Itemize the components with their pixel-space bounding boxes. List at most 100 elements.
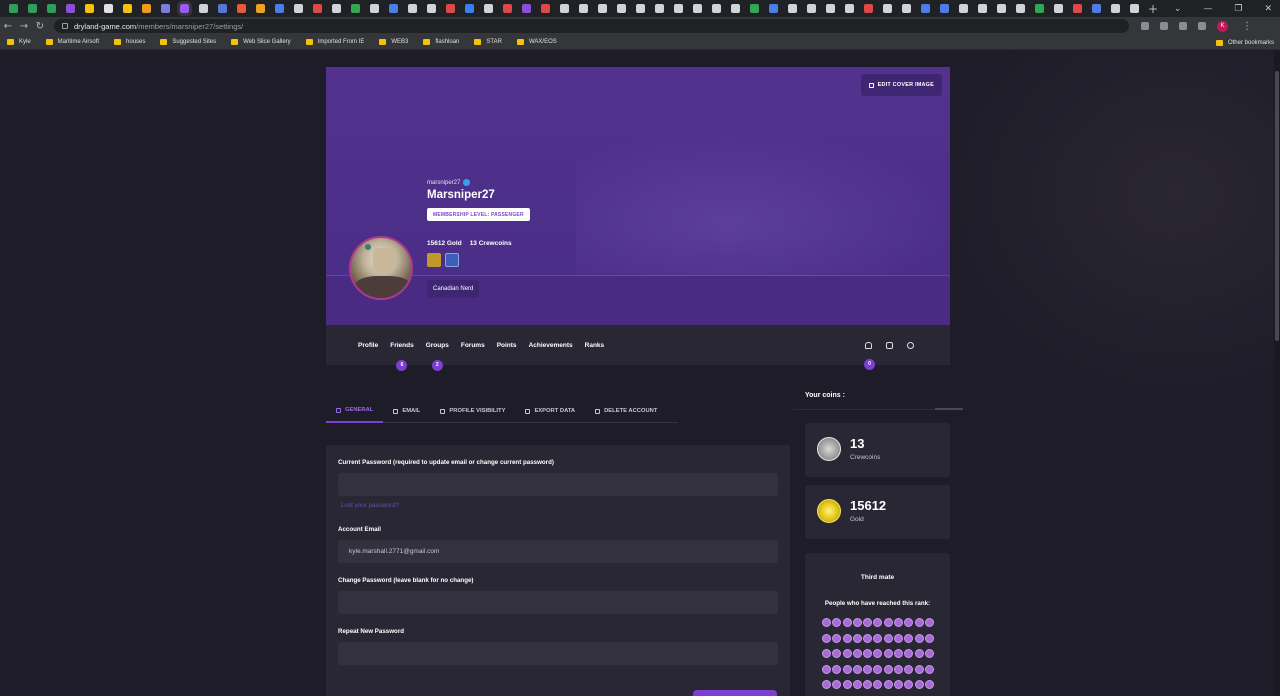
- membership-badge[interactable]: MEMBERSHIP LEVEL: PASSENGER: [427, 208, 530, 221]
- sidebar-icon[interactable]: [1198, 22, 1206, 30]
- mail-icon[interactable]: [886, 341, 893, 349]
- tab-favicon[interactable]: [484, 4, 493, 13]
- tab-favicon[interactable]: [332, 4, 341, 13]
- rank-member-avatar[interactable]: [832, 664, 842, 674]
- back-icon[interactable]: ←: [0, 21, 16, 32]
- rank-member-avatar[interactable]: [914, 618, 924, 627]
- rank-member-avatar[interactable]: [852, 618, 862, 627]
- rank-member-avatar[interactable]: [873, 618, 883, 627]
- rank-member-avatar[interactable]: [924, 680, 934, 689]
- rank-member-avatar[interactable]: [832, 633, 842, 643]
- tab-favicon[interactable]: [902, 4, 911, 13]
- new-tab-icon[interactable]: +: [1148, 2, 1158, 16]
- tab-favicon[interactable]: [579, 4, 588, 13]
- rank-member-avatar[interactable]: [863, 649, 873, 658]
- rank-member-avatar[interactable]: [842, 680, 852, 689]
- profile-nav-friends[interactable]: Friends 6: [390, 342, 414, 371]
- rank-member-avatar[interactable]: [894, 618, 904, 627]
- profile-nav-forums[interactable]: Forums: [461, 342, 485, 349]
- rank-member-avatar[interactable]: [904, 618, 914, 627]
- rank-member-avatar[interactable]: [863, 664, 873, 674]
- rank-member-avatar[interactable]: [852, 680, 862, 689]
- rank-member-avatar[interactable]: [883, 633, 893, 643]
- tab-favicon[interactable]: [237, 4, 246, 13]
- tab-favicon[interactable]: [446, 4, 455, 13]
- bookmark-item[interactable]: Imported From IE: [305, 39, 364, 45]
- rank-member-avatar[interactable]: [924, 618, 934, 627]
- tab-favicon[interactable]: [123, 4, 132, 13]
- tab-favicon[interactable]: [978, 4, 987, 13]
- tab-export-data[interactable]: EXPORT DATA: [515, 399, 585, 423]
- minimize-icon[interactable]: —: [1203, 4, 1212, 14]
- rank-member-avatar[interactable]: [863, 618, 873, 627]
- rank-badge-icon[interactable]: [427, 253, 441, 267]
- rank-member-avatar[interactable]: [914, 664, 924, 674]
- rank-member-avatar[interactable]: [873, 664, 883, 674]
- tab-email[interactable]: EMAIL: [383, 399, 430, 423]
- menu-icon[interactable]: ⋮: [1239, 21, 1255, 32]
- rank-member-avatar[interactable]: [924, 633, 934, 643]
- rank-member-avatar[interactable]: [832, 649, 842, 658]
- restore-icon[interactable]: ❐: [1234, 4, 1242, 14]
- tab-profile-visibility[interactable]: PROFILE VISIBILITY: [430, 399, 515, 423]
- rank-member-avatar[interactable]: [822, 649, 831, 658]
- bookmark-item[interactable]: houses: [114, 39, 145, 45]
- puzzle-icon[interactable]: [1179, 22, 1187, 30]
- tab-favicon[interactable]: [1016, 4, 1025, 13]
- rank-member-avatar[interactable]: [832, 618, 842, 627]
- tab-favicon[interactable]: [598, 4, 607, 13]
- achievement-badge-icon[interactable]: [445, 253, 459, 267]
- rank-member-avatar[interactable]: [842, 618, 852, 627]
- tab-favicon[interactable]: [769, 4, 778, 13]
- tab-favicon[interactable]: [9, 4, 18, 13]
- tab-favicon[interactable]: [275, 4, 284, 13]
- tab-favicon[interactable]: [389, 4, 398, 13]
- tab-favicon[interactable]: [522, 4, 531, 13]
- rank-member-avatar[interactable]: [883, 664, 893, 674]
- tab-search-icon[interactable]: ⌄: [1174, 4, 1182, 14]
- tab-favicon[interactable]: [294, 4, 303, 13]
- profile-nav-profile[interactable]: Profile: [358, 342, 378, 349]
- tab-favicon[interactable]: [807, 4, 816, 13]
- rank-member-avatar[interactable]: [873, 680, 883, 689]
- rank-member-avatar[interactable]: [822, 633, 831, 643]
- rank-member-avatar[interactable]: [852, 664, 862, 674]
- extension-icon[interactable]: [1141, 22, 1149, 30]
- url-field[interactable]: dryland-game.com/members/marsniper27/set…: [54, 19, 1129, 33]
- tab-favicon[interactable]: [826, 4, 835, 13]
- rank-member-avatar[interactable]: [873, 649, 883, 658]
- tab-favicon[interactable]: [1073, 4, 1082, 13]
- forward-icon[interactable]: →: [16, 21, 32, 32]
- tab-favicon[interactable]: [1111, 4, 1120, 13]
- tab-favicon[interactable]: [693, 4, 702, 13]
- gear-icon[interactable]: [907, 341, 914, 349]
- extension-icon[interactable]: [1160, 22, 1168, 30]
- tab-favicon[interactable]: [370, 4, 379, 13]
- bookmark-item[interactable]: WAX/EOS: [516, 39, 557, 45]
- rank-member-avatar[interactable]: [883, 618, 893, 627]
- tab-favicon[interactable]: [921, 4, 930, 13]
- rank-member-avatar[interactable]: [904, 664, 914, 674]
- other-bookmarks[interactable]: Other bookmarks: [1215, 35, 1274, 50]
- tab-favicon[interactable]: [750, 4, 759, 13]
- user-avatar[interactable]: [349, 236, 413, 300]
- save-button[interactable]: [693, 690, 777, 696]
- rank-member-avatar[interactable]: [914, 680, 924, 689]
- tab-favicon[interactable]: [845, 4, 854, 13]
- bell-icon[interactable]: 0: [864, 341, 875, 370]
- tab-favicon[interactable]: [199, 4, 208, 13]
- page-scrollbar[interactable]: [1274, 51, 1280, 696]
- tab-favicon[interactable]: [256, 4, 265, 13]
- tab-favicon[interactable]: [104, 4, 113, 13]
- bookmark-item[interactable]: Suggested Sites: [160, 39, 216, 45]
- rank-member-avatar[interactable]: [842, 649, 852, 658]
- rank-member-avatar[interactable]: [873, 633, 883, 643]
- bookmark-item[interactable]: STAR: [474, 39, 502, 45]
- tab-favicon[interactable]: [161, 4, 170, 13]
- current-password-field[interactable]: [338, 473, 778, 496]
- rank-member-avatar[interactable]: [852, 649, 862, 658]
- rank-member-avatar[interactable]: [904, 633, 914, 643]
- tab-general[interactable]: GENERAL: [326, 399, 384, 423]
- rank-member-avatar[interactable]: [822, 664, 831, 674]
- tab-delete-account[interactable]: DELETE ACCOUNT: [585, 399, 667, 423]
